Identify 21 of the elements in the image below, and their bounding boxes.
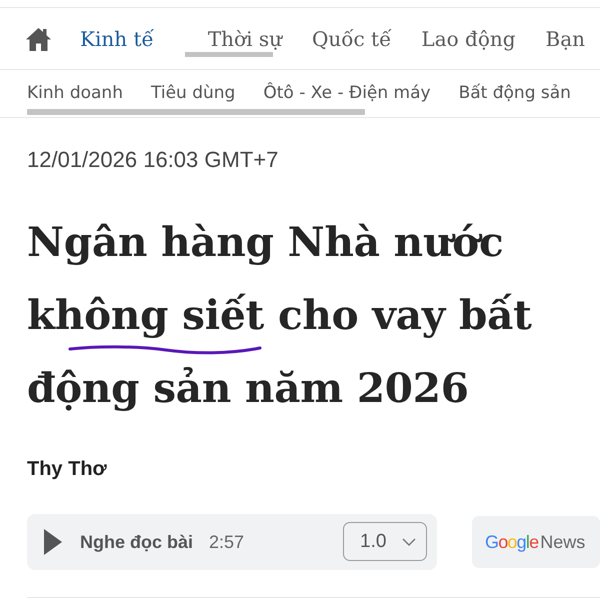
chevron-icon [402,538,416,546]
audio-duration: 2:57 [209,532,244,552]
google-news-button[interactable]: GoogleNews [472,516,600,568]
home-icon[interactable] [25,26,52,50]
nav-tab[interactable]: Thời sự [208,26,282,52]
publish-timestamp: 12/01/2026 16:03 GMT+7 [27,148,280,172]
play-icon[interactable] [44,529,62,555]
author-name: Thy Thơ [27,457,108,481]
listen-label[interactable]: Nghe đọc bài [80,532,194,552]
subnav-link[interactable]: Bất động sản [458,83,571,103]
subnav-link[interactable]: Ôtô - Xe - Điện máy [263,83,431,103]
article-headline: Ngân hàng Nhà nước không siết cho vay bất động sản năm 2026 [27,217,533,414]
nav-tab[interactable]: Quốc tế [312,26,392,52]
speed-select[interactable]: 1.0 [343,522,427,561]
subnav-link[interactable]: Kinh doanh [27,83,123,103]
scrollbar-thumb[interactable] [185,52,273,57]
nav-tab[interactable]: Kinh tế [80,26,154,52]
subnav-link[interactable]: Tiêu dùng [150,83,236,103]
nav-tab[interactable]: Bạn [546,26,586,52]
nav-tab[interactable]: Lao động [421,26,516,52]
scrollbar-thumb[interactable] [27,109,365,115]
